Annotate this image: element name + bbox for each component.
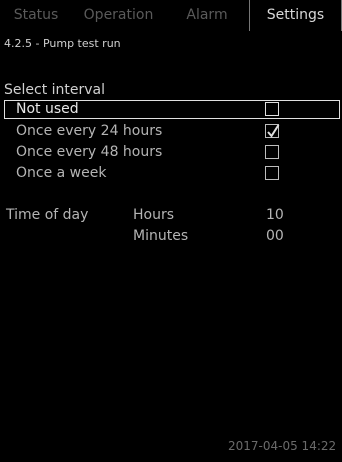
- interval-option-24h[interactable]: Once every 24 hours: [4, 122, 340, 141]
- minutes-label: Minutes: [133, 228, 189, 244]
- time-of-day-label: Time of day: [6, 207, 89, 223]
- status-datetime: 2017-04-05 14:22: [228, 439, 337, 453]
- interval-checkbox[interactable]: [265, 102, 279, 116]
- checkmark-icon: [267, 124, 280, 138]
- interval-option-label: Once every 24 hours: [16, 123, 163, 139]
- interval-option-week[interactable]: Once a week: [4, 164, 340, 183]
- section-title: Select interval: [4, 82, 106, 98]
- interval-checkbox[interactable]: [265, 166, 279, 180]
- hours-label: Hours: [133, 207, 175, 223]
- interval-option-48h[interactable]: Once every 48 hours: [4, 143, 340, 162]
- interval-option-label: Once a week: [16, 165, 107, 181]
- hours-value[interactable]: 10: [266, 207, 284, 223]
- tab-operation[interactable]: Operation: [72, 0, 165, 31]
- interval-checkbox[interactable]: [265, 124, 280, 138]
- interval-option-label: Once every 48 hours: [16, 144, 163, 160]
- interval-checkbox[interactable]: [265, 145, 279, 159]
- interval-option-not-used[interactable]: Not used: [4, 100, 340, 119]
- minutes-value[interactable]: 00: [266, 228, 284, 244]
- breadcrumb: 4.2.5 - Pump test run: [4, 37, 121, 50]
- interval-option-label: Not used: [16, 101, 79, 117]
- tab-bar: Status Operation Alarm Settings: [0, 0, 342, 31]
- tab-alarm[interactable]: Alarm: [165, 0, 249, 31]
- tab-status[interactable]: Status: [0, 0, 72, 31]
- tab-settings[interactable]: Settings: [249, 0, 342, 31]
